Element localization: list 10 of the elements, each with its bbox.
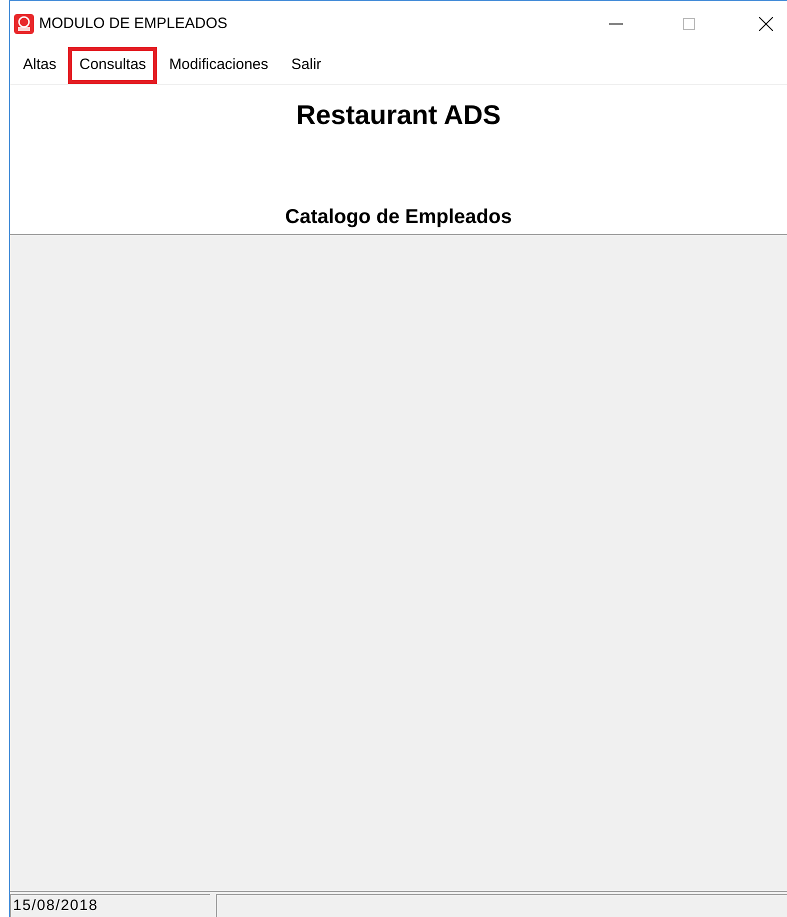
menu-item[interactable]: Modificaciones	[158, 47, 280, 84]
window-title: MODULO DE EMPLEADOS	[39, 14, 228, 34]
menu-item[interactable]: Consultas	[68, 47, 158, 84]
close-icon[interactable]	[759, 17, 773, 31]
section-heading: Catalogo de Empleados	[285, 205, 512, 230]
app-logo-icon	[14, 14, 34, 34]
app-heading: Restaurant ADS	[296, 99, 501, 132]
menu-item[interactable]: Altas	[12, 47, 68, 84]
status-date: 15/08/2018	[10, 894, 210, 917]
menu-item[interactable]: Salir	[280, 47, 332, 84]
